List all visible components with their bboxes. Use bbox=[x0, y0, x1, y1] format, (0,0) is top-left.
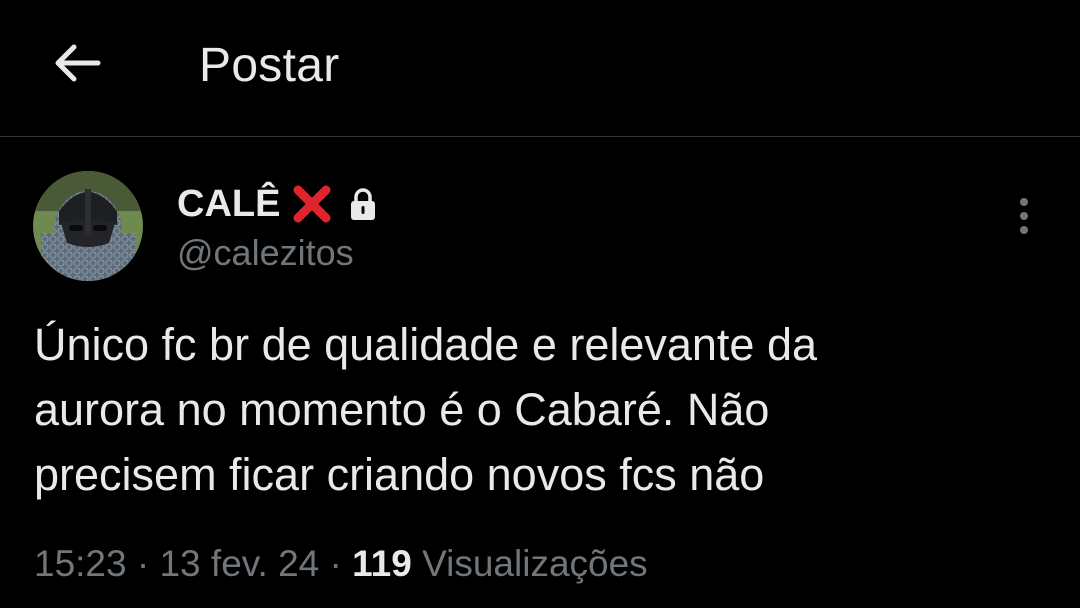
views-count[interactable]: 119 bbox=[352, 543, 412, 584]
author-display-name[interactable]: CALÊ bbox=[177, 183, 280, 226]
page-title: Postar bbox=[199, 39, 340, 92]
author-name-row[interactable]: CALÊ bbox=[177, 180, 378, 228]
avatar[interactable] bbox=[33, 171, 143, 281]
views-label[interactable]: Visualizações bbox=[422, 543, 648, 584]
top-bar: Postar bbox=[0, 0, 1080, 137]
post-detail-screen: Postar CALÊ @calezitos Único fc br de qu… bbox=[0, 0, 1080, 608]
author-handle[interactable]: @calezitos bbox=[177, 232, 354, 274]
avatar-image bbox=[33, 171, 143, 281]
post-time[interactable]: 15:23 bbox=[34, 543, 127, 584]
meta-separator: · bbox=[136, 543, 150, 584]
red-x-icon bbox=[290, 182, 334, 226]
meta-separator: · bbox=[329, 543, 342, 584]
lock-icon bbox=[348, 187, 378, 221]
more-options-button[interactable] bbox=[1002, 193, 1046, 239]
post-meta: 15:23 · 13 fev. 24 · 119 Visualizações bbox=[34, 543, 648, 585]
arrow-left-icon bbox=[55, 44, 101, 82]
back-button[interactable] bbox=[40, 26, 114, 100]
post-date[interactable]: 13 fev. 24 bbox=[159, 543, 319, 584]
more-vertical-icon bbox=[1020, 198, 1028, 234]
post-text: Único fc br de qualidade e relevante da … bbox=[34, 319, 818, 500]
